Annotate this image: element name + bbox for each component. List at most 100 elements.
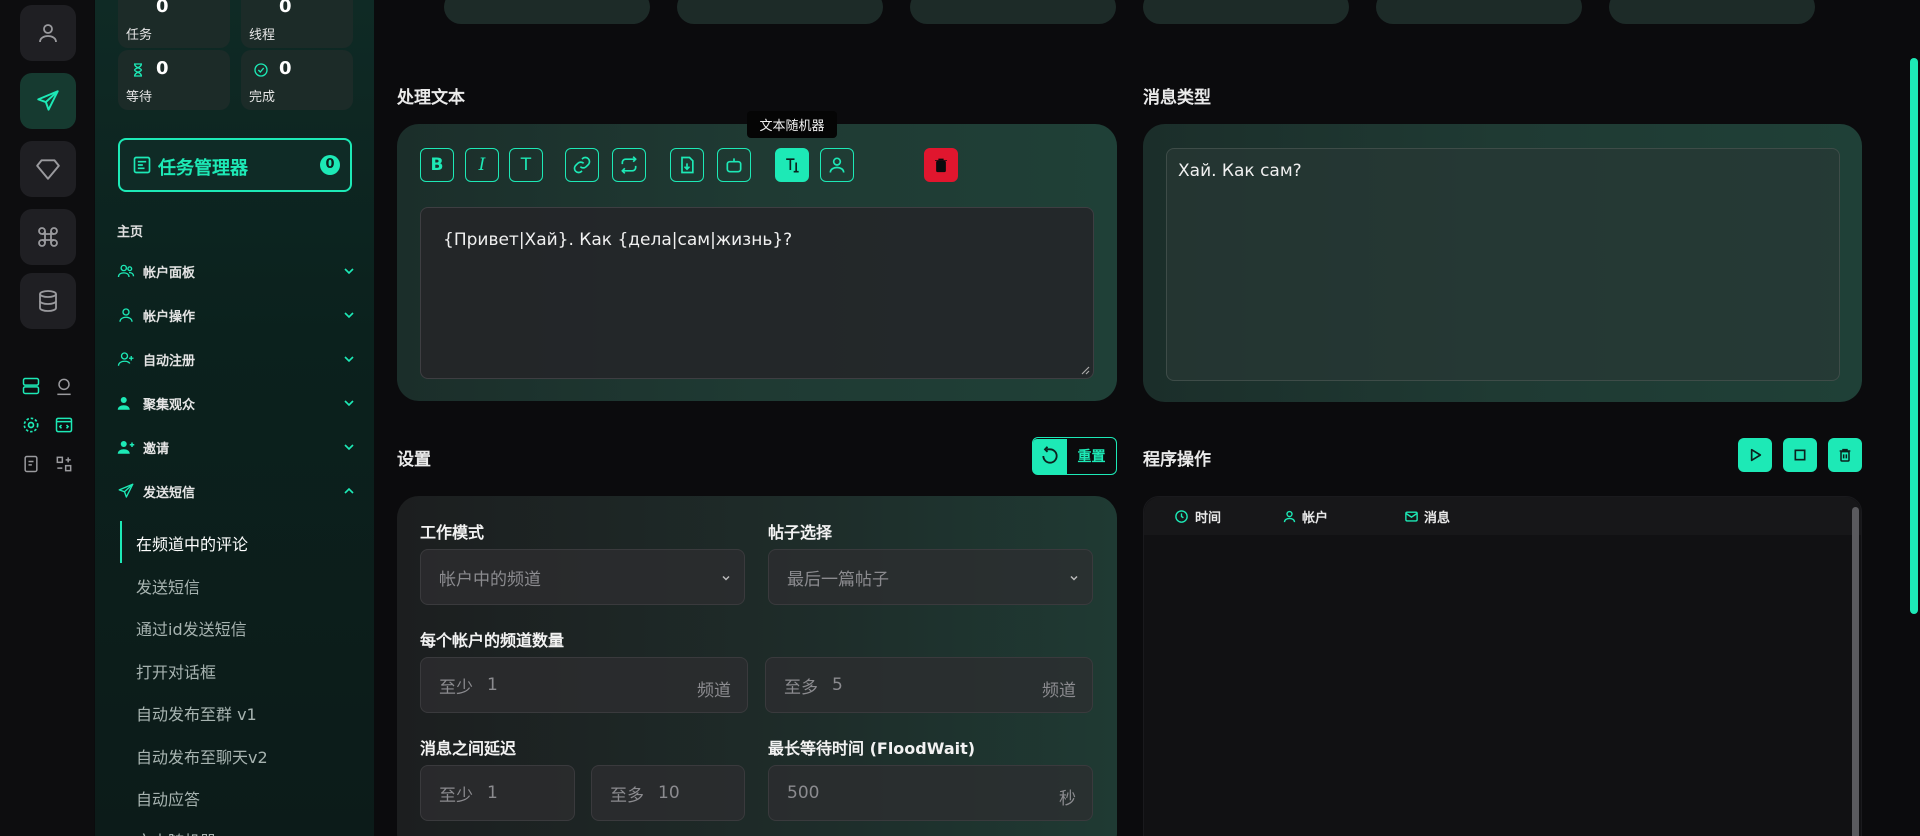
start-button[interactable]	[1738, 438, 1772, 472]
repeat-button[interactable]	[612, 148, 646, 182]
rail-diamond-button[interactable]	[20, 141, 76, 197]
delete-text-button[interactable]	[924, 148, 958, 182]
column-message: 消息	[1404, 507, 1450, 526]
task-manager-button[interactable]: 任务管理器 0	[118, 138, 352, 192]
column-time-label: 时间	[1195, 511, 1222, 526]
submenu-send-sms[interactable]: 发送短信	[136, 574, 200, 598]
top-card	[1376, 0, 1582, 24]
floodwait-label: 最长等待时间 (FloodWait)	[768, 739, 976, 758]
post-select-label: 帖子选择	[768, 523, 833, 542]
min-prefix: 至少	[439, 677, 473, 698]
stat-threads: 0 线程	[241, 0, 353, 48]
rail-profile-button[interactable]	[20, 5, 76, 61]
top-card	[1609, 0, 1815, 24]
editor-text: {Привет|Хай}. Как {дела|сам|жизнь}?	[443, 230, 793, 250]
chevron-down-icon	[344, 356, 354, 363]
check-circle-icon	[253, 62, 269, 82]
submenu-autopost-chats[interactable]: 自动发布至聊天v2	[136, 744, 268, 768]
refresh-icon	[1033, 438, 1067, 474]
channels-min-input[interactable]: 至少 1 频道	[420, 657, 748, 713]
reset-button[interactable]: 重置	[1032, 437, 1117, 475]
stat-waiting: 0 等待	[118, 50, 230, 110]
send-icon	[118, 483, 134, 498]
link-icon	[573, 156, 591, 174]
menu-account-actions[interactable]: 帐户操作	[117, 304, 357, 326]
top-card	[910, 0, 1116, 24]
import-file-button[interactable]	[670, 148, 704, 182]
preview-text: Хай. Как сам?	[1178, 161, 1302, 181]
top-card	[1143, 0, 1349, 24]
stat-done: 0 完成	[241, 50, 353, 110]
work-mode-value: 帐户中的频道	[439, 569, 541, 590]
delay-min-input[interactable]: 至少 1	[420, 765, 575, 821]
send-icon	[37, 90, 59, 111]
menu-invite[interactable]: 邀请	[117, 436, 357, 458]
channels-suffix: 频道	[697, 681, 731, 701]
floodwait-value: 500	[787, 783, 820, 803]
submenu-auto-reply[interactable]: 自动应答	[136, 786, 200, 810]
submenu-autopost-groups[interactable]: 自动发布至群 v1	[136, 701, 257, 725]
text-format-button[interactable]: T	[509, 148, 543, 182]
page-scrollbar[interactable]	[1910, 58, 1918, 614]
log-scrollbar[interactable]	[1852, 507, 1859, 836]
task-manager-icon	[132, 155, 152, 175]
menu-gather-audience[interactable]: 聚集观众	[117, 392, 357, 414]
menu-label: 发送短信	[143, 485, 196, 501]
menu-label: 自动注册	[143, 353, 196, 369]
submenu-send-by-id[interactable]: 通过id发送短信	[136, 616, 247, 640]
rail-database-button[interactable]	[20, 273, 76, 329]
play-icon	[1750, 448, 1762, 462]
location-user-icon[interactable]	[52, 374, 76, 398]
reset-label: 重置	[1077, 449, 1106, 465]
clear-log-button[interactable]	[1828, 438, 1862, 472]
rail-command-button[interactable]	[20, 209, 76, 265]
delay-min-value: 1	[487, 783, 498, 803]
grid-apps-icon[interactable]	[52, 452, 76, 476]
stat-tasks: 0 任务	[118, 0, 230, 48]
code-window-icon[interactable]	[52, 413, 76, 437]
channels-suffix: 频道	[1042, 681, 1076, 701]
stop-button[interactable]	[1783, 438, 1817, 472]
user-icon	[119, 308, 133, 322]
rail-send-button[interactable]	[20, 73, 76, 129]
users-icon	[117, 264, 135, 278]
message-preview: Хай. Как сам?	[1166, 148, 1840, 381]
italic-button[interactable]: I	[465, 148, 499, 182]
resize-handle-icon[interactable]	[1080, 365, 1090, 375]
task-count-badge: 0	[320, 155, 340, 175]
home-label: 主页	[117, 225, 144, 240]
delay-max-input[interactable]: 至多 10	[591, 765, 745, 821]
menu-send-sms[interactable]: 发送短信	[117, 480, 357, 502]
user-icon	[829, 157, 845, 173]
user-variable-button[interactable]	[820, 148, 854, 182]
stat-done-label: 完成	[249, 90, 276, 105]
ai-bot-button[interactable]	[717, 148, 751, 182]
work-mode-select[interactable]: 帐户中的频道	[420, 549, 745, 605]
submenu-open-dialog[interactable]: 打开对话框	[136, 659, 216, 683]
gear-icon[interactable]	[19, 413, 43, 437]
link-button[interactable]	[565, 148, 599, 182]
channels-max-value: 5	[832, 675, 843, 695]
column-account-label: 帐户	[1302, 511, 1329, 526]
menu-label: 邀请	[143, 441, 170, 457]
submenu-text-randomizer[interactable]: 文本随机器	[136, 828, 216, 836]
bold-button[interactable]: B	[420, 148, 454, 182]
chevron-down-icon	[344, 312, 354, 319]
post-select-select[interactable]: 最后一篇帖子	[768, 549, 1093, 605]
text-editor-textarea[interactable]: {Привет|Хай}. Как {дела|сам|жизнь}?	[420, 207, 1094, 379]
floodwait-input[interactable]: 500 秒	[768, 765, 1093, 821]
channels-min-value: 1	[487, 675, 498, 695]
menu-auto-register[interactable]: 自动注册	[117, 348, 357, 370]
text-randomizer-button[interactable]	[775, 148, 809, 182]
server-icon[interactable]	[19, 374, 43, 398]
program-title: 程序操作	[1143, 450, 1211, 470]
stat-threads-value: 0	[279, 0, 292, 17]
channels-max-input[interactable]: 至多 5 频道	[765, 657, 1093, 713]
menu-account-panel[interactable]: 帐户面板	[117, 260, 357, 282]
menu-label: 聚集观众	[143, 397, 196, 413]
command-icon	[38, 227, 58, 247]
checklist-icon[interactable]	[19, 452, 43, 476]
submenu-channel-comments[interactable]: 在频道中的评论	[136, 531, 248, 555]
menu-label: 帐户面板	[143, 265, 196, 281]
delay-label: 消息之间延迟	[420, 739, 517, 758]
